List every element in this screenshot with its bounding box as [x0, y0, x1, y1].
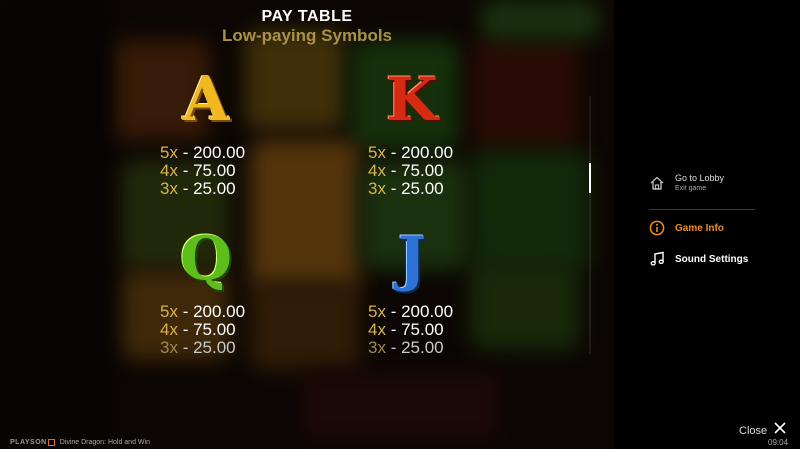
pay-row: 5x - 200.00	[160, 302, 246, 321]
go-to-lobby-button[interactable]: Go to Lobby Exit game	[649, 173, 724, 193]
pay-row: 3x - 25.00	[368, 179, 444, 198]
brand-logo: PLAYSON	[10, 439, 47, 446]
footer: PLAYSON Divine Dragon: Hold and Win	[10, 439, 150, 446]
info-icon	[649, 220, 665, 236]
clock: 09:04	[768, 438, 789, 447]
pay-table: PAY TABLE Low-paying Symbols A 5x - 200.…	[0, 0, 614, 449]
scrollbar-thumb[interactable]	[589, 163, 591, 193]
symbol-q-icon: Q	[179, 224, 233, 294]
pay-row: 4x - 75.00	[368, 161, 444, 180]
home-icon	[649, 175, 665, 191]
symbol-j-icon: J	[397, 224, 427, 294]
lobby-title: Go to Lobby	[675, 173, 725, 183]
pay-row: 4x - 75.00	[368, 320, 444, 339]
sound-settings-label: Sound Settings	[675, 253, 749, 265]
pay-row: 4x - 75.00	[160, 320, 236, 339]
close-label: Close	[739, 424, 768, 437]
symbol-j-pays: 5x - 200.00 4x - 75.00 3x - 25.00	[368, 303, 453, 357]
pay-row: 3x - 25.00	[160, 338, 236, 357]
symbol-a-pays: 5x - 200.00 4x - 75.00 3x - 25.00	[160, 144, 245, 198]
pay-table-title: PAY TABLE	[261, 8, 353, 25]
brand-mark-icon	[47, 439, 55, 446]
pay-row: 3x - 25.00	[160, 179, 236, 198]
pay-row: 5x - 200.00	[160, 143, 246, 162]
symbol-q-pays: 5x - 200.00 4x - 75.00 3x - 25.00	[160, 303, 245, 357]
scrollbar-track[interactable]	[589, 96, 591, 354]
pay-row: 4x - 75.00	[160, 161, 236, 180]
music-note-icon	[649, 251, 665, 267]
pay-table-subtitle: Low-paying Symbols	[221, 26, 393, 45]
side-menu: Go to Lobby Exit game Game Info Sound Se…	[614, 0, 800, 449]
lobby-subtitle: Exit game	[675, 185, 707, 192]
symbol-k-pays: 5x - 200.00 4x - 75.00 3x - 25.00	[368, 144, 453, 198]
pay-row: 5x - 200.00	[368, 302, 454, 321]
pay-row: 3x - 25.00	[368, 338, 444, 357]
symbol-a-icon: A	[182, 65, 230, 135]
game-info-label: Game Info	[675, 222, 724, 234]
symbol-k-icon: K	[385, 65, 439, 135]
menu-divider	[649, 209, 755, 210]
pay-row: 5x - 200.00	[368, 143, 454, 162]
game-info-button[interactable]: Game Info	[649, 220, 724, 236]
game-name: Divine Dragon: Hold and Win	[59, 439, 150, 446]
sound-settings-button[interactable]: Sound Settings	[649, 251, 748, 267]
